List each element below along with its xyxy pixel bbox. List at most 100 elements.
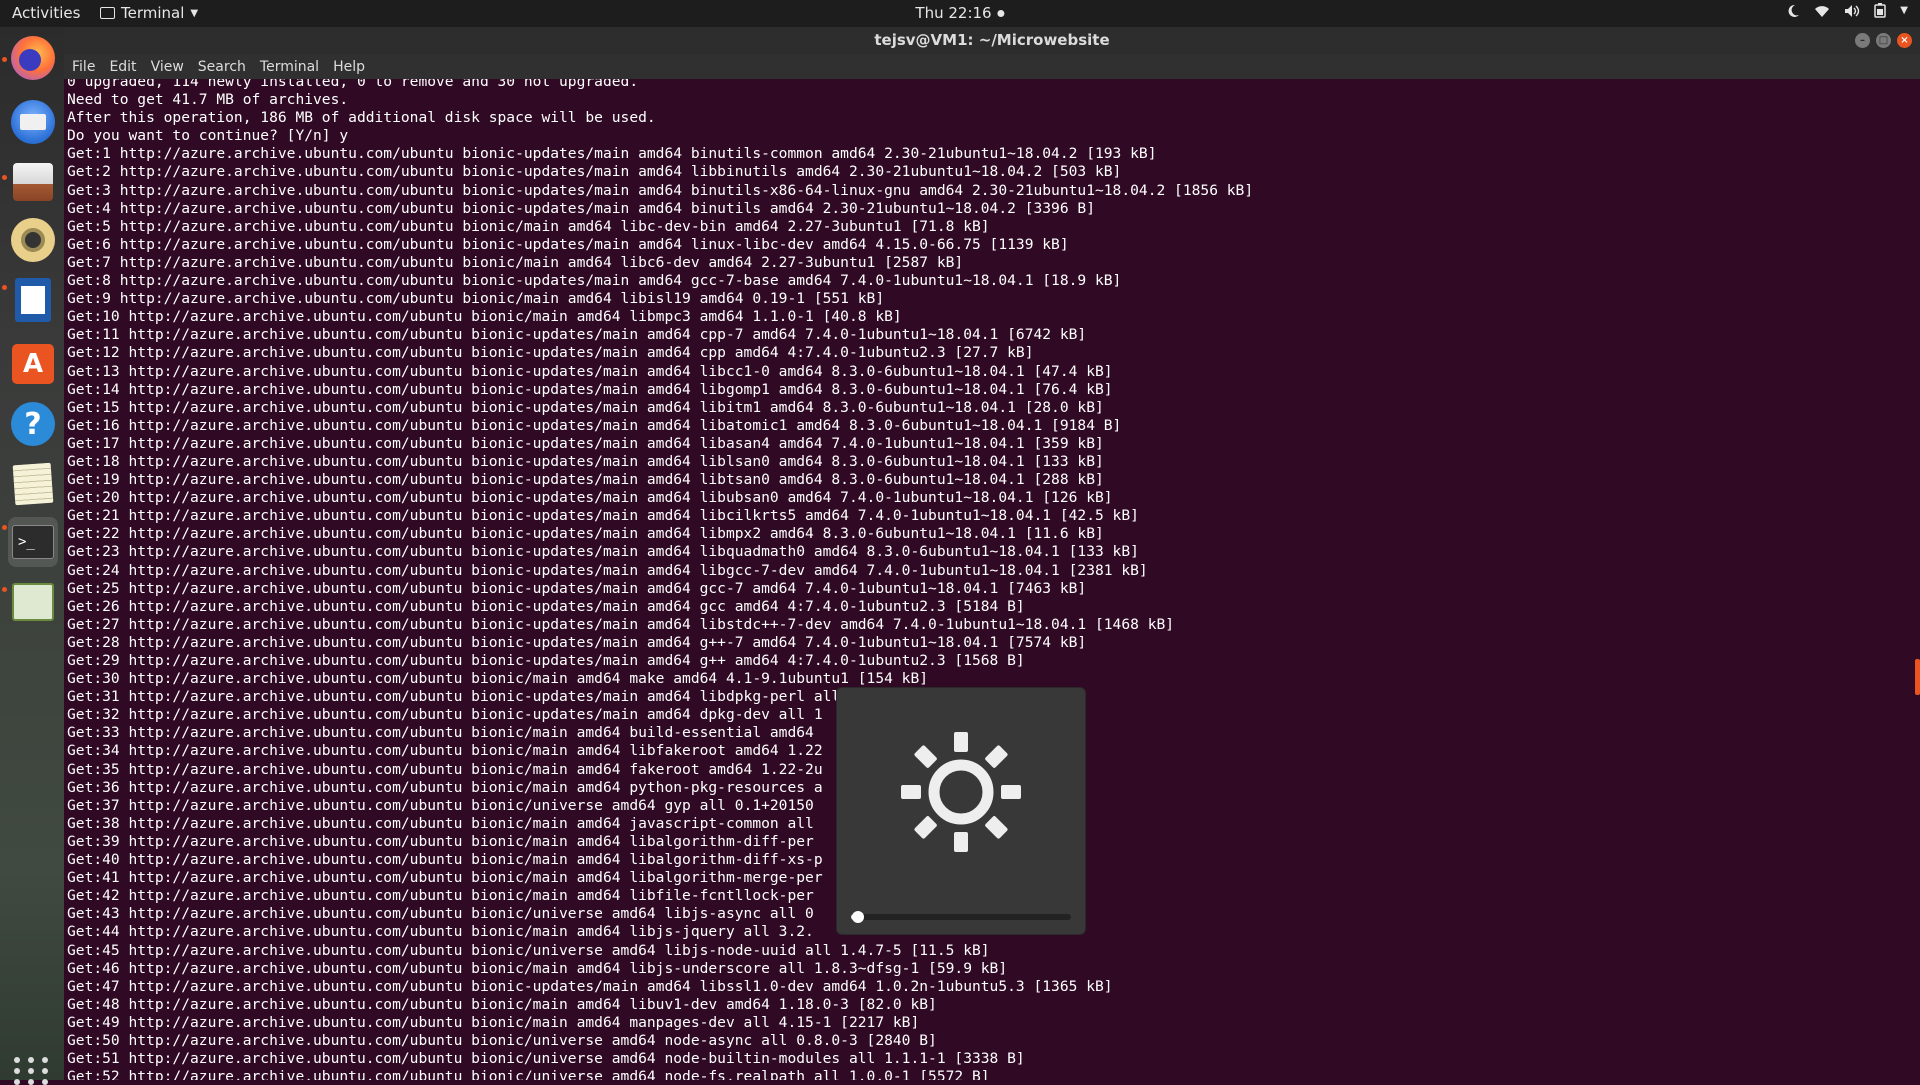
running-indicator [2,285,7,290]
maximize-button[interactable]: □ [1876,33,1891,48]
terminal-line: Get:51 http://azure.archive.ubuntu.com/u… [67,1050,1025,1068]
running-indicator [2,525,7,530]
menu-help[interactable]: Help [333,59,365,75]
help-launcher[interactable]: ? [8,399,58,449]
writer-launcher[interactable] [8,275,58,325]
files-launcher[interactable] [8,157,58,207]
chevron-down-icon: ▼ [1900,5,1908,16]
thunderbird-icon [11,100,55,144]
terminal-line: Get:20 http://azure.archive.ubuntu.com/u… [67,489,1113,507]
terminal-line: 0 upgraded, 114 newly installed, 0 to re… [67,79,639,90]
terminal-line: Get:21 http://azure.archive.ubuntu.com/u… [67,507,1139,525]
system-tray[interactable]: ▼ [1786,3,1908,18]
wifi-icon [1815,5,1830,17]
terminal-line: Need to get 41.7 MB of archives. [67,91,349,109]
terminal-line: Get:6 http://azure.archive.ubuntu.com/ub… [67,235,1069,253]
terminal-line: Get:5 http://azure.archive.ubuntu.com/ub… [67,217,990,235]
terminal-line: Get:30 http://azure.archive.ubuntu.com/u… [67,670,929,688]
terminal-line: Get:22 http://azure.archive.ubuntu.com/u… [67,525,1104,543]
menu-file[interactable]: File [72,59,95,75]
terminal-line: Get:46 http://azure.archive.ubuntu.com/u… [67,959,1008,977]
menu-terminal[interactable]: Terminal [260,59,319,75]
terminal-line: Get:3 http://azure.archive.ubuntu.com/ub… [67,181,1254,199]
system-monitor-launcher[interactable] [8,577,58,627]
terminal-line: Get:14 http://azure.archive.ubuntu.com/u… [67,380,1113,398]
terminal-line: Get:49 http://azure.archive.ubuntu.com/u… [67,1013,920,1031]
terminal-line: Do you want to continue? [Y/n] y [67,127,349,145]
terminal-line: Get:28 http://azure.archive.ubuntu.com/u… [67,633,1087,651]
terminal-line: Get:18 http://azure.archive.ubuntu.com/u… [67,452,1104,470]
thunderbird-launcher[interactable] [8,97,58,147]
scrollbar-thumb[interactable] [1915,659,1920,695]
terminal-line: Get:10 http://azure.archive.ubuntu.com/u… [67,308,902,326]
rhythmbox-icon [11,218,55,262]
terminal-line: Get:16 http://azure.archive.ubuntu.com/u… [67,416,1122,434]
menu-edit[interactable]: Edit [109,59,136,75]
terminal-launcher[interactable]: >_ [8,517,58,567]
terminal-line: Get:7 http://azure.archive.ubuntu.com/ub… [67,253,964,271]
firefox-launcher[interactable] [8,33,58,83]
terminal-line: After this operation, 186 MB of addition… [67,109,656,127]
activities-button[interactable]: Activities [12,4,80,22]
app-menu-label: Terminal [121,4,185,22]
window-title: tejsv@VM1: ~/Microwebsite [874,31,1110,49]
terminal-line: Get:52 http://azure.archive.ubuntu.com/u… [67,1068,990,1080]
clock-button[interactable]: Thu 22:16 [915,4,1005,22]
terminal-line: Get:15 http://azure.archive.ubuntu.com/u… [67,398,1104,416]
menu-view[interactable]: View [151,59,184,75]
minimize-button[interactable]: – [1855,33,1870,48]
terminal-line: Get:2 http://azure.archive.ubuntu.com/ub… [67,163,1122,181]
notification-dot-icon [997,9,1005,17]
close-button[interactable]: × [1897,33,1912,48]
terminal-line: Get:47 http://azure.archive.ubuntu.com/u… [67,977,1113,995]
window-titlebar[interactable]: tejsv@VM1: ~/Microwebsite – □ × [64,27,1920,54]
top-bar: Activities Terminal ▼ Thu 22:16 ▼ [0,0,1920,27]
app-menu-button[interactable]: Terminal ▼ [100,4,198,22]
firefox-icon [11,36,55,80]
terminal-line: Get:11 http://azure.archive.ubuntu.com/u… [67,326,1087,344]
show-applications-button[interactable] [14,1057,51,1085]
text-editor-launcher[interactable] [8,459,58,509]
terminal-line: Get:1 http://azure.archive.ubuntu.com/ub… [67,145,1157,163]
help-icon: ? [11,402,55,446]
brightness-osd [836,687,1086,935]
files-icon [13,163,53,201]
dock: A ? >_ [0,27,64,1085]
terminal-line: Get:29 http://azure.archive.ubuntu.com/u… [67,652,1025,669]
brightness-level-knob [851,911,864,923]
terminal-line: Get:45 http://azure.archive.ubuntu.com/u… [67,941,990,959]
text-editor-icon [12,462,54,506]
terminal-line: Get:23 http://azure.archive.ubuntu.com/u… [67,543,1139,561]
brightness-icon [901,732,1021,852]
volume-icon [1845,4,1860,17]
terminal-line: Get:50 http://azure.archive.ubuntu.com/u… [67,1031,937,1049]
terminal-icon: >_ [12,525,54,559]
terminal-line: Get:27 http://azure.archive.ubuntu.com/u… [67,615,1175,633]
writer-icon [15,278,51,322]
terminal-line: Get:4 http://azure.archive.ubuntu.com/ub… [67,199,1095,217]
terminal-icon [100,7,115,19]
software-launcher[interactable]: A [8,339,58,389]
terminal-line: Get:48 http://azure.archive.ubuntu.com/u… [67,995,937,1013]
night-light-icon [1788,4,1800,17]
running-indicator [2,587,7,592]
chevron-down-icon: ▼ [190,7,199,19]
menu-search[interactable]: Search [198,59,246,75]
clock-label: Thu 22:16 [915,4,992,22]
terminal-line: Get:8 http://azure.archive.ubuntu.com/ub… [67,272,1122,290]
terminal-line: Get:19 http://azure.archive.ubuntu.com/u… [67,471,1104,489]
terminal-line: Get:13 http://azure.archive.ubuntu.com/u… [67,362,1113,380]
running-indicator [2,57,7,62]
terminal-line: Get:24 http://azure.archive.ubuntu.com/u… [67,561,1148,579]
brightness-level-bar [851,911,1071,923]
menu-bar: File Edit View Search Terminal Help [64,54,1920,79]
software-icon: A [12,344,54,384]
terminal-line: Get:12 http://azure.archive.ubuntu.com/u… [67,344,1034,362]
running-indicator [2,175,7,180]
battery-icon [1874,3,1887,18]
terminal-line: Get:9 http://azure.archive.ubuntu.com/ub… [67,290,885,308]
terminal-line: Get:26 http://azure.archive.ubuntu.com/u… [67,597,1025,615]
rhythmbox-launcher[interactable] [8,215,58,265]
terminal-line: Get:17 http://azure.archive.ubuntu.com/u… [67,434,1104,452]
system-monitor-icon [12,583,54,621]
